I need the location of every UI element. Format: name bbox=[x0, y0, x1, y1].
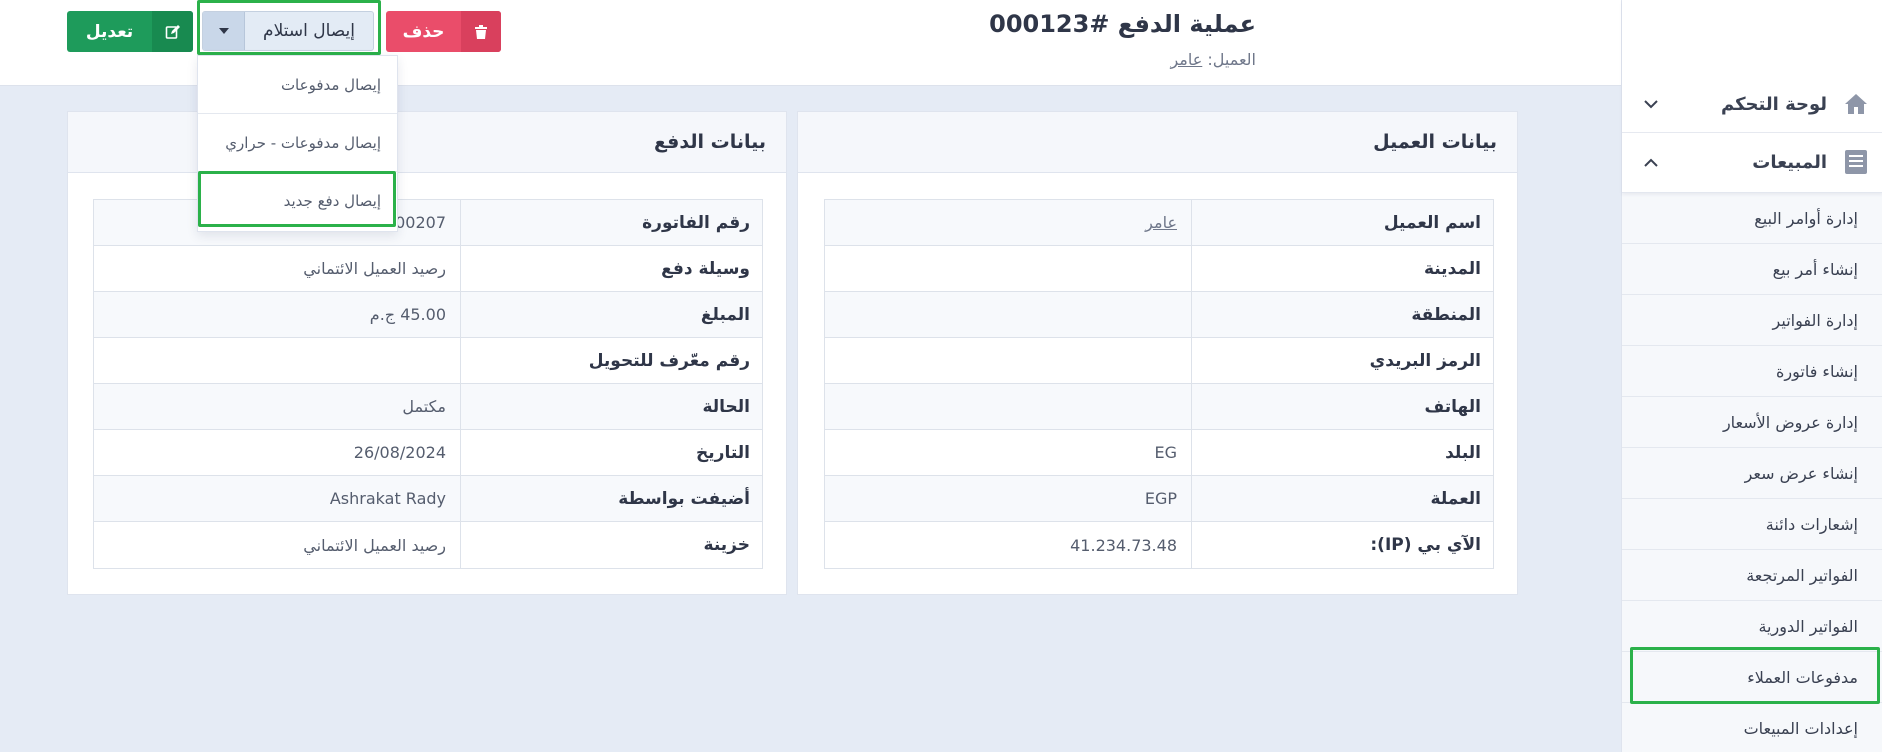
client-line: العميل: عامر bbox=[1170, 50, 1256, 69]
sidebar-item-manage-sales-orders[interactable]: إدارة أوامر البيع bbox=[1622, 193, 1882, 244]
home-icon bbox=[1841, 89, 1871, 119]
table-row: رقم معّرف للتحويل bbox=[94, 338, 762, 384]
table-row: المبلغ 45.00 ج.م bbox=[94, 292, 762, 338]
client-label: العميل: bbox=[1207, 50, 1256, 69]
sales-list-icon bbox=[1841, 147, 1871, 177]
row-value: 45.00 ج.م bbox=[369, 305, 446, 324]
table-row: أضيفت بواسطة Ashrakat Rady bbox=[94, 476, 762, 522]
table-row: وسيلة دفع رصيد العميل الائتماني bbox=[94, 246, 762, 292]
table-row: اسم العميل عامر bbox=[825, 200, 1493, 246]
sidebar-item-create-quote[interactable]: إنشاء عرض سعر bbox=[1622, 448, 1882, 499]
table-row: العملة EGP bbox=[825, 476, 1493, 522]
table-row: خزينة رصيد العميل الائتماني bbox=[94, 522, 762, 568]
client-link[interactable]: عامر bbox=[1170, 50, 1202, 69]
row-label: خزينة bbox=[460, 522, 762, 568]
sidebar-item-sales-settings[interactable]: إعدادات المبيعات bbox=[1622, 703, 1882, 752]
row-value bbox=[825, 292, 1191, 337]
delete-button-label: حذف bbox=[402, 21, 445, 42]
row-label: الحالة bbox=[460, 384, 762, 429]
row-label: البلد bbox=[1191, 430, 1493, 475]
row-label: الرمز البريدي bbox=[1191, 338, 1493, 383]
menu-item-new-payment-receipt[interactable]: إيصال دفع جديد bbox=[198, 172, 397, 230]
row-value: EGP bbox=[1144, 489, 1177, 508]
table-row: رقم الفاتورة 00207 bbox=[94, 200, 762, 246]
row-value: 26/08/2024 bbox=[353, 443, 446, 462]
receipt-button-label: إيصال استلام bbox=[263, 21, 355, 41]
payment-panel-title: بيانات الدفع bbox=[68, 112, 786, 173]
sidebar-item-dashboard[interactable]: لوحة التحكم bbox=[1622, 76, 1882, 132]
edit-icon bbox=[152, 11, 193, 52]
row-value: EG bbox=[1154, 443, 1177, 462]
delete-button[interactable]: حذف bbox=[386, 11, 501, 52]
row-label: اسم العميل bbox=[1191, 200, 1493, 245]
sidebar-item-label: لوحة التحكم bbox=[1720, 93, 1827, 115]
sidebar-item-sales[interactable]: المبيعات bbox=[1622, 134, 1882, 190]
chevron-down-icon bbox=[1642, 95, 1660, 113]
menu-item-payments-receipt[interactable]: إيصال مدفوعات bbox=[198, 56, 397, 114]
sidebar-item-recurring-invoices[interactable]: الفواتير الدورية bbox=[1622, 601, 1882, 652]
customer-panel-title: بيانات العميل bbox=[798, 112, 1517, 173]
row-value bbox=[825, 384, 1191, 429]
sidebar-item-client-payments[interactable]: مدفوعات العملاء bbox=[1622, 652, 1882, 703]
row-value: 41.234.73.48 bbox=[1070, 535, 1177, 555]
row-label: رقم معّرف للتحويل bbox=[460, 338, 762, 383]
table-row: المدينة bbox=[825, 246, 1493, 292]
row-value: مكتمل bbox=[402, 397, 446, 416]
table-row: الرمز البريدي bbox=[825, 338, 1493, 384]
receipt-dropdown-menu: إيصال مدفوعات إيصال مدفوعات - حراري إيصا… bbox=[197, 55, 398, 232]
sidebar-item-create-invoice[interactable]: إنشاء فاتورة bbox=[1622, 346, 1882, 397]
row-value: رصيد العميل الائتماني bbox=[303, 259, 446, 278]
receipt-button[interactable]: إيصال استلام bbox=[202, 11, 374, 51]
row-label: رقم الفاتورة bbox=[460, 200, 762, 245]
row-label: المدينة bbox=[1191, 246, 1493, 291]
sidebar-item-manage-quotes[interactable]: إدارة عروض الأسعار bbox=[1622, 397, 1882, 448]
menu-item-thermal-receipt[interactable]: إيصال مدفوعات - حراري bbox=[198, 114, 397, 172]
sidebar-item-create-sales-order[interactable]: إنشاء أمر بيع bbox=[1622, 244, 1882, 295]
customer-info-panel: بيانات العميل اسم العميل عامر المدينة ال… bbox=[797, 111, 1518, 595]
table-row: البلد EG bbox=[825, 430, 1493, 476]
sidebar-item-label: المبيعات bbox=[1752, 151, 1827, 173]
row-value bbox=[94, 338, 460, 383]
caret-down-icon[interactable] bbox=[203, 12, 245, 50]
row-label: المنطقة bbox=[1191, 292, 1493, 337]
table-row: التاريخ 26/08/2024 bbox=[94, 430, 762, 476]
row-label: أضيفت بواسطة bbox=[460, 476, 762, 521]
divider bbox=[1622, 132, 1882, 133]
row-label: المبلغ bbox=[460, 292, 762, 337]
chevron-up-icon bbox=[1642, 153, 1660, 171]
row-value bbox=[825, 338, 1191, 383]
page-title: عملية الدفع #000123 bbox=[989, 10, 1256, 38]
sidebar-item-returned-invoices[interactable]: الفواتير المرتجعة bbox=[1622, 550, 1882, 601]
table-row: المنطقة bbox=[825, 292, 1493, 338]
sidebar-item-manage-invoices[interactable]: إدارة الفواتير bbox=[1622, 295, 1882, 346]
payment-info-table: رقم الفاتورة 00207 وسيلة دفع رصيد العميل… bbox=[93, 199, 763, 569]
row-value: رصيد العميل الائتماني bbox=[303, 535, 446, 555]
row-label: وسيلة دفع bbox=[460, 246, 762, 291]
row-value bbox=[825, 246, 1191, 291]
table-row: الحالة مكتمل bbox=[94, 384, 762, 430]
trash-icon bbox=[461, 11, 501, 52]
table-row: الآي بي (IP): 41.234.73.48 bbox=[825, 522, 1493, 568]
row-label: الهاتف bbox=[1191, 384, 1493, 429]
customer-name-link[interactable]: عامر bbox=[825, 200, 1191, 245]
row-value: Ashrakat Rady bbox=[329, 489, 446, 508]
sidebar-item-credit-notes[interactable]: إشعارات دائنة bbox=[1622, 499, 1882, 550]
row-label: الآي بي (IP): bbox=[1191, 522, 1493, 568]
customer-info-table: اسم العميل عامر المدينة المنطقة الرمز ال… bbox=[824, 199, 1494, 569]
edit-button[interactable]: تعديل bbox=[67, 11, 193, 52]
edit-button-label: تعديل bbox=[85, 21, 134, 42]
table-row: الهاتف bbox=[825, 384, 1493, 430]
row-label: العملة bbox=[1191, 476, 1493, 521]
payment-info-panel: بيانات الدفع رقم الفاتورة 00207 وسيلة دف… bbox=[67, 111, 787, 595]
row-label: التاريخ bbox=[460, 430, 762, 475]
sidebar: لوحة التحكم المبيعات إدارة أوامر البيع إ… bbox=[1621, 0, 1882, 752]
